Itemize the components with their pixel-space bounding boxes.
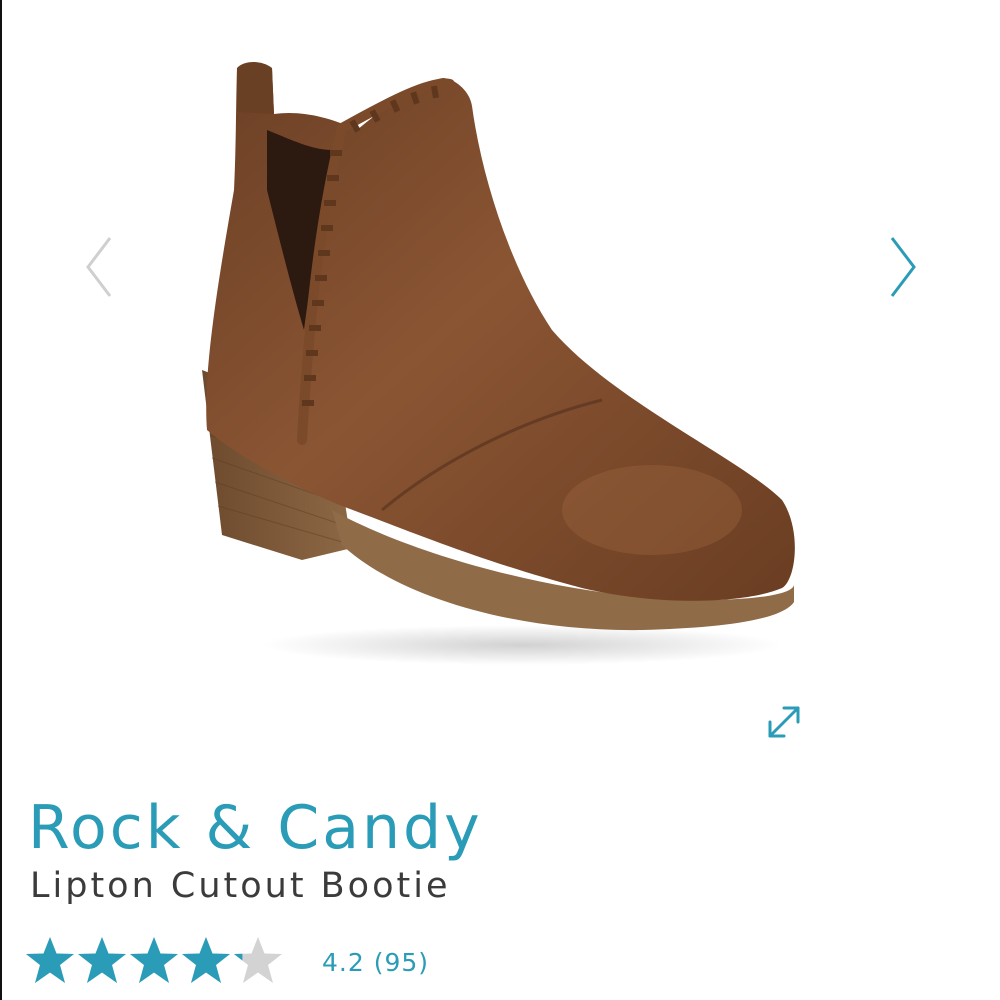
expand-arrows-icon bbox=[768, 706, 800, 738]
image-gallery bbox=[2, 0, 1000, 790]
next-image-button[interactable] bbox=[882, 232, 922, 302]
rating-summary[interactable]: 4.2 (95) bbox=[24, 930, 429, 994]
prev-image-button[interactable] bbox=[80, 232, 120, 302]
expand-image-button[interactable] bbox=[762, 700, 806, 744]
product-title: Lipton Cutout Bootie bbox=[30, 866, 451, 906]
chevron-right-icon bbox=[890, 237, 916, 297]
brand-name[interactable]: Rock & Candy bbox=[28, 790, 483, 866]
product-page: Rock & Candy Lipton Cutout Bootie 4.2 (9… bbox=[0, 0, 1000, 1000]
rating-value: 4.2 bbox=[322, 947, 365, 977]
chevron-left-icon bbox=[86, 237, 112, 297]
product-image[interactable] bbox=[182, 40, 822, 680]
review-count: (95) bbox=[373, 947, 430, 977]
star-rating bbox=[26, 937, 282, 983]
rating-label: 4.2 (95) bbox=[322, 948, 429, 977]
